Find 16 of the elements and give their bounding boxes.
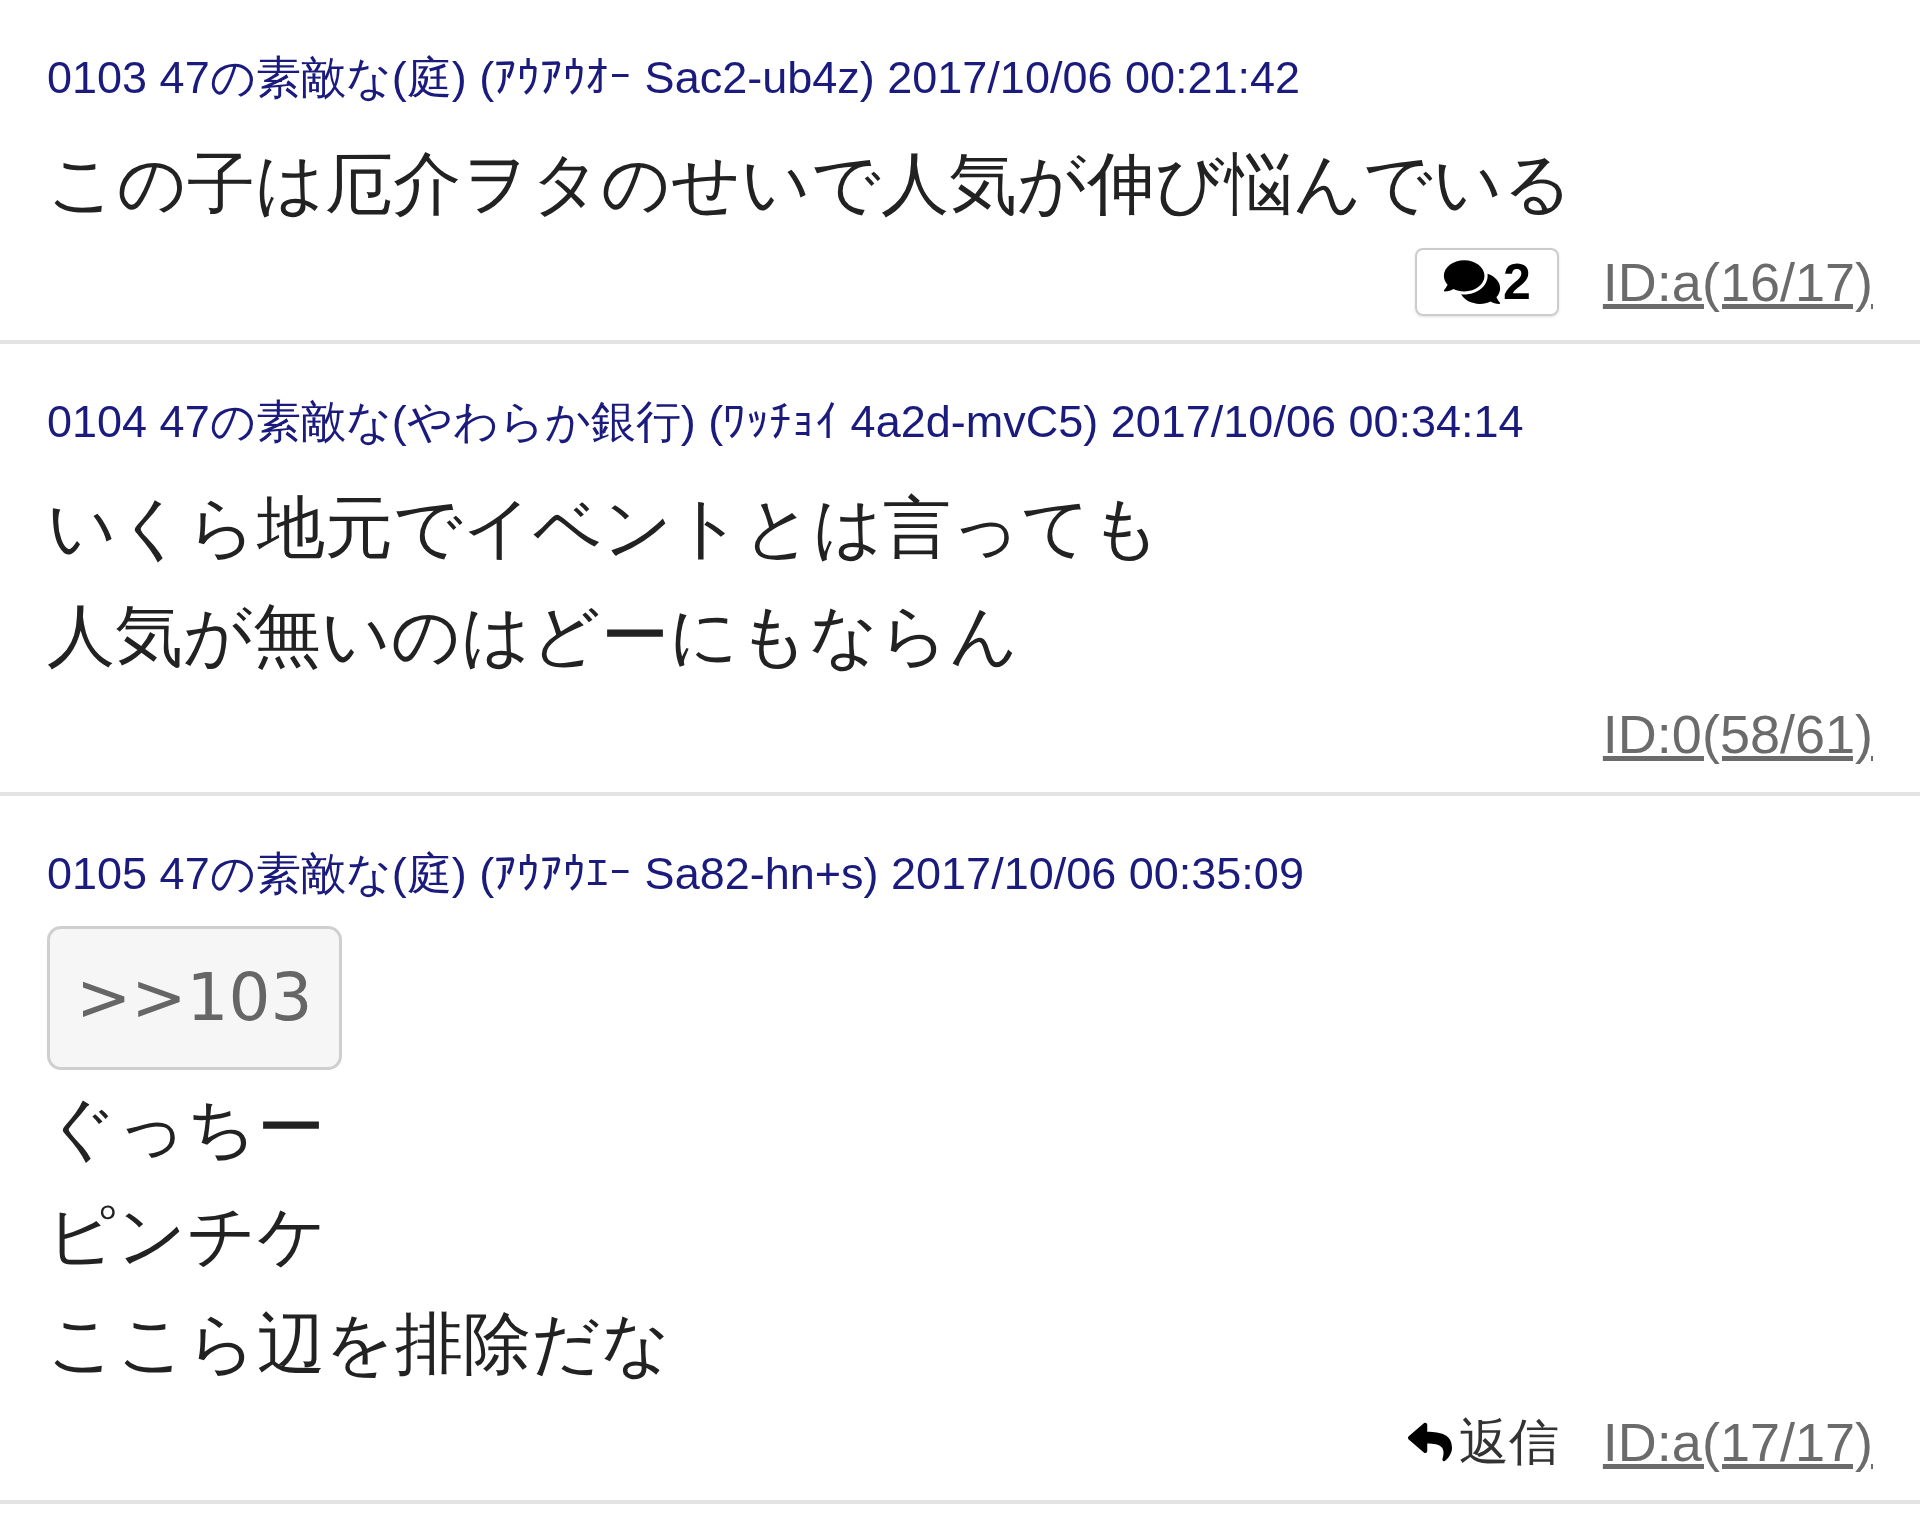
post-header: 0103 47の素敵な(庭) (ｱｳｱｳｵｰ Sac2-ub4z) 2017/10/06 00:21:42 xyxy=(47,51,1302,105)
post-text: 人気が無いのはどーにもならん xyxy=(47,595,1019,677)
post-text: ピンチケ xyxy=(47,1195,327,1277)
post-text: いくら地元でイベントとは言っても xyxy=(47,487,1161,569)
post-text: この子は厄介ヲタのせいで人気が伸び悩んでいる xyxy=(47,143,1573,225)
reply-count-button[interactable]: 2 xyxy=(1415,248,1559,316)
id-link[interactable]: ID:0(58/61) xyxy=(1602,693,1873,775)
id-link[interactable]: ID:a(17/17) xyxy=(1602,1401,1873,1483)
reply-button[interactable]: 返信 xyxy=(1404,1404,1559,1480)
post-text: ぐっちー xyxy=(47,1087,325,1169)
post-text: ここら辺を排除だな xyxy=(47,1303,671,1385)
post-header: 0104 47の素敵な(やわらか銀行) (ﾜｯﾁｮｲ 4a2d-mvC5) 2017/10/06 00:34:14 xyxy=(47,395,1525,449)
speech-bubbles-icon xyxy=(1443,257,1502,307)
quote-link[interactable]: >>103 xyxy=(47,926,342,1070)
id-link[interactable]: ID:a(16/17) xyxy=(1602,241,1873,323)
post-header: 0105 47の素敵な(庭) (ｱｳｱｳｴｰ Sa82-hn+s) 2017/10/06 00:35:09 xyxy=(47,847,1305,901)
